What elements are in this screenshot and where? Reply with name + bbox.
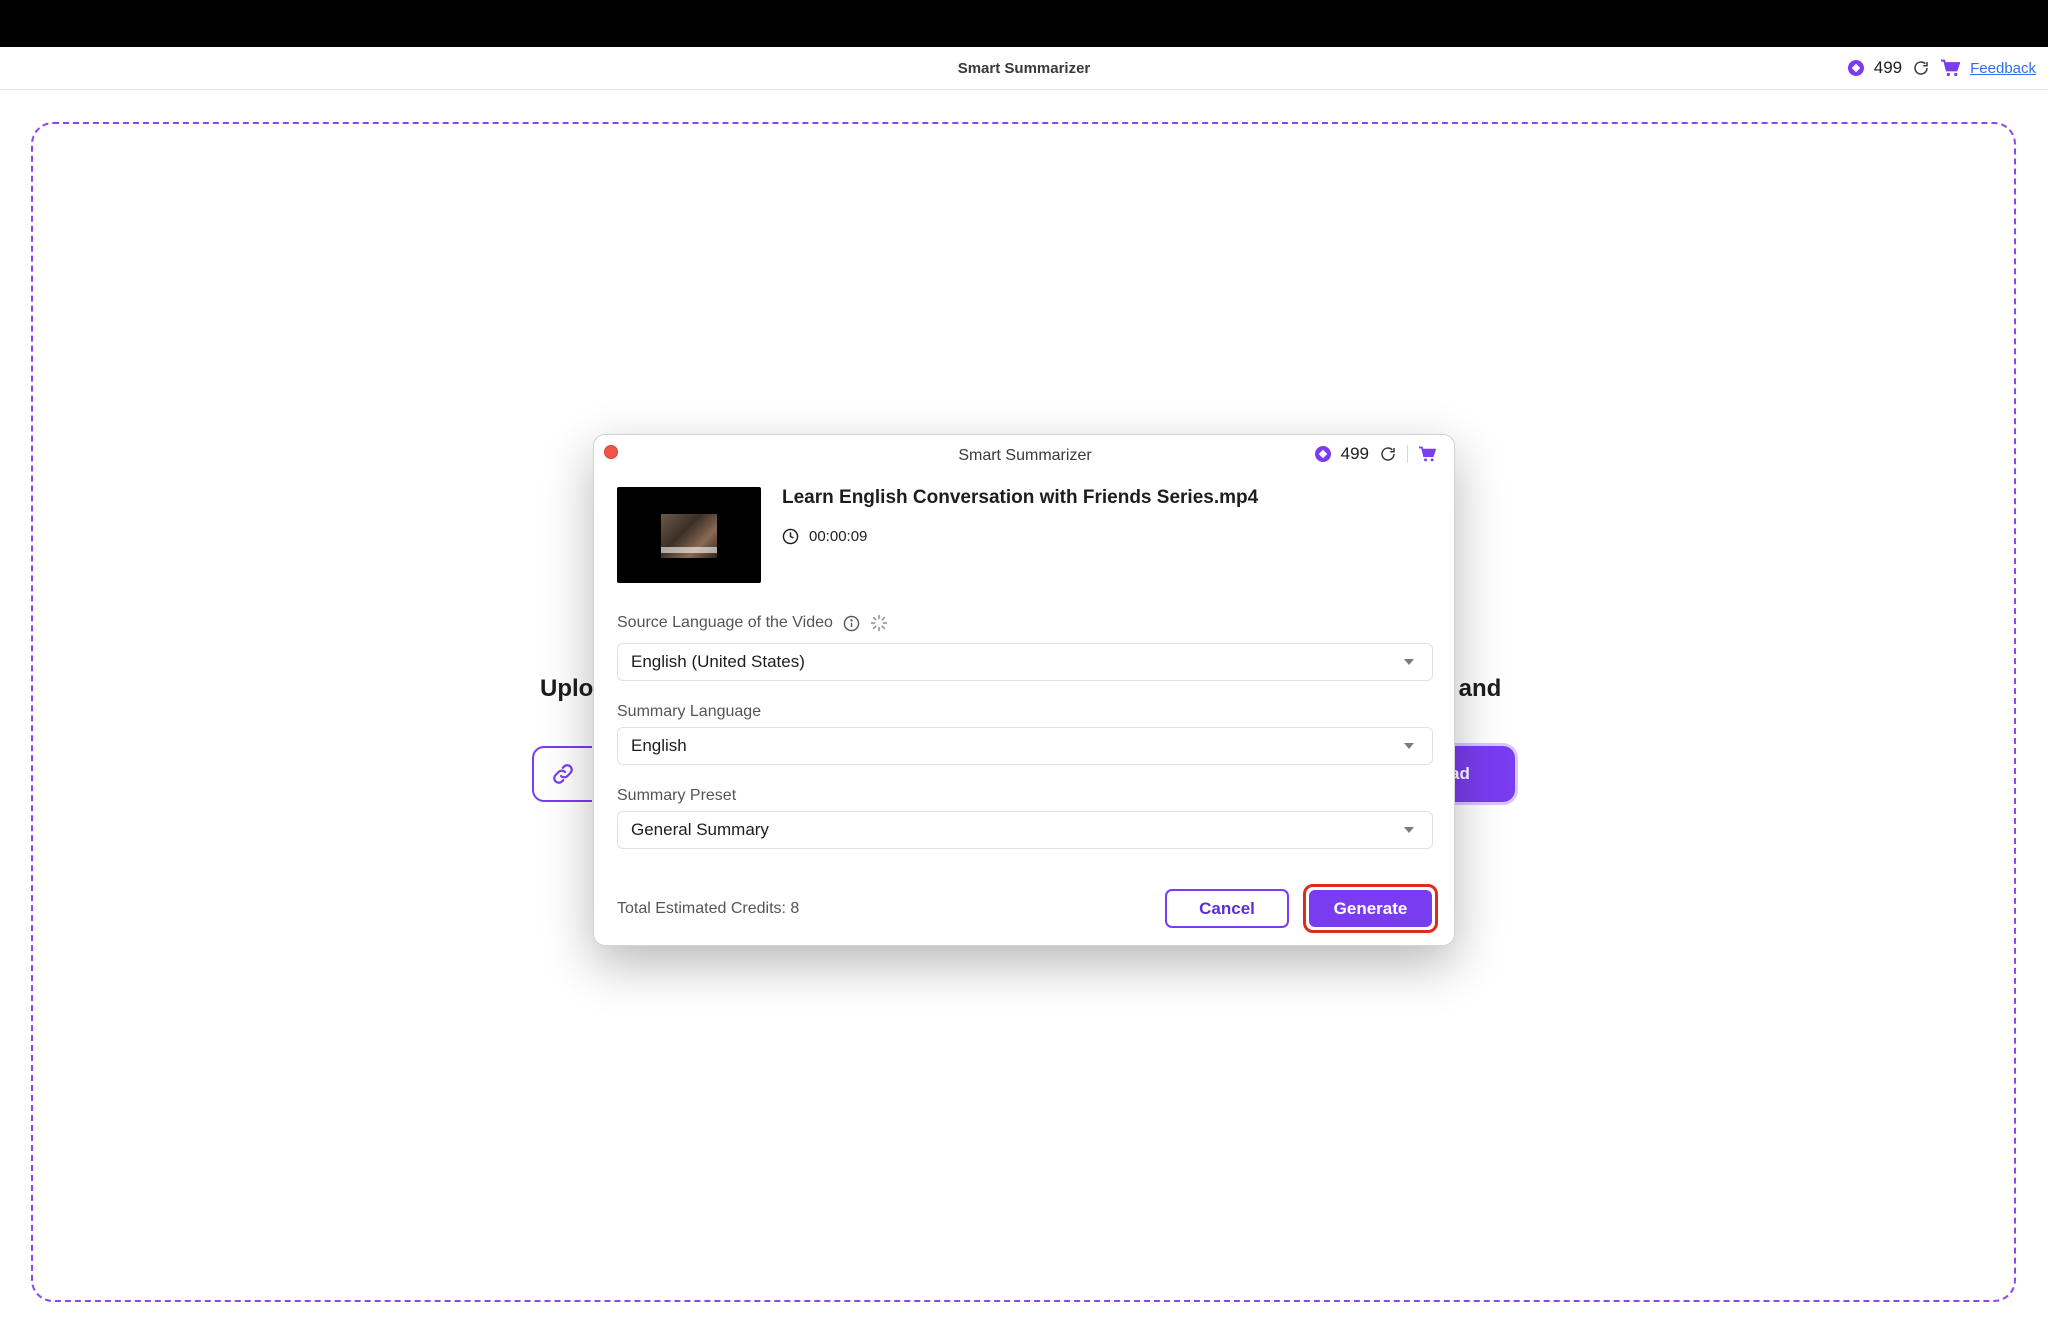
cart-icon[interactable]: [1418, 446, 1436, 462]
thumbnail-subtitle: [661, 547, 717, 553]
clock-icon: [782, 528, 799, 545]
background-heading-left: Uplo: [540, 675, 594, 702]
window-titlebar: [0, 0, 2048, 47]
cart-icon[interactable]: [1940, 59, 1961, 77]
credit-balance: 499: [1873, 58, 1903, 77]
link-icon: [553, 764, 573, 784]
video-thumbnail: [617, 487, 761, 583]
divider: [1407, 445, 1408, 463]
chevron-down-icon: [1404, 743, 1414, 749]
generate-button[interactable]: Generate: [1309, 890, 1432, 927]
summary-language-label: Summary Language: [617, 703, 762, 720]
app-header: Smart Summarizer 499 Feedback: [0, 47, 2048, 90]
file-duration: 00:00:09: [782, 528, 867, 545]
chevron-down-icon: [1404, 827, 1414, 833]
summary-preset-value: General Summary: [631, 820, 769, 839]
summarize-dialog: Smart Summarizer 499 Learn English Conve…: [593, 434, 1455, 946]
refresh-icon[interactable]: [1379, 445, 1397, 463]
file-name: Learn English Conversation with Friends …: [782, 487, 1259, 508]
dialog-credits: 499: [1314, 444, 1436, 464]
source-language-label: Source Language of the Video: [617, 614, 888, 632]
info-icon[interactable]: [843, 615, 860, 632]
url-input-prefix[interactable]: [532, 746, 592, 802]
summary-language-select[interactable]: English: [617, 727, 1433, 765]
total-estimated-credits: Total Estimated Credits: 8: [617, 900, 800, 917]
feedback-link[interactable]: Feedback: [1970, 60, 2036, 77]
source-language-label-text: Source Language of the Video: [617, 614, 833, 631]
summary-preset-label: Summary Preset: [617, 787, 737, 804]
source-language-value: English (United States): [631, 652, 805, 671]
header-credits: 499 Feedback: [1847, 58, 2036, 78]
spinner-icon: [870, 614, 888, 632]
dialog-credit-balance: 499: [1340, 444, 1369, 463]
chevron-down-icon: [1404, 659, 1414, 665]
summary-language-value: English: [631, 736, 687, 755]
duration-value: 00:00:09: [809, 528, 868, 545]
coin-icon: [1847, 60, 1864, 76]
cancel-button[interactable]: Cancel: [1165, 889, 1289, 928]
summary-preset-select[interactable]: General Summary: [617, 811, 1433, 849]
app-title: Smart Summarizer: [957, 60, 1091, 77]
coin-icon: [1314, 446, 1331, 462]
refresh-icon[interactable]: [1912, 59, 1930, 77]
source-language-select[interactable]: English (United States): [617, 643, 1433, 681]
